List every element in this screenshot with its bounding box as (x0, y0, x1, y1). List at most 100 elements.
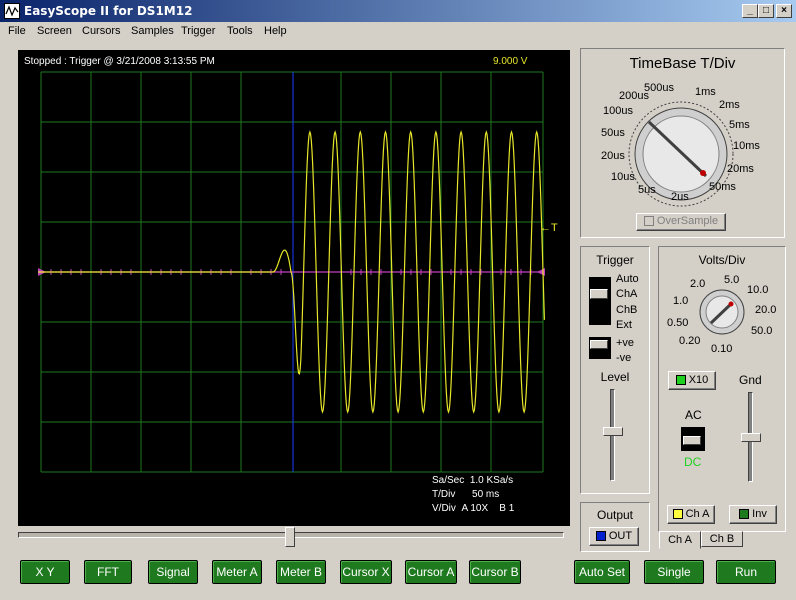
tb-label-2ms[interactable]: 2ms (719, 99, 740, 111)
vd-label-010[interactable]: 0.10 (711, 343, 732, 355)
scope-status: Stopped : Trigger @ 3/21/2008 3:13:55 PM (24, 56, 215, 67)
tb-label-10ms[interactable]: 10ms (733, 140, 760, 152)
tb-label-50us[interactable]: 50us (601, 127, 625, 139)
trigger-source-switch[interactable] (589, 277, 611, 325)
tdiv-value: 50 ms (472, 489, 500, 500)
menu-cursors[interactable]: Cursors (82, 25, 121, 37)
trigger-source-ext[interactable]: Ext (616, 319, 632, 331)
timebase-title: TimeBase T/Div (629, 55, 736, 72)
scope-info: Sa/Sec 1.0 KSa/s T/Div 50 ms V/Div A 10X… (432, 474, 514, 516)
menu-help[interactable]: Help (264, 25, 287, 37)
vd-label-020[interactable]: 0.20 (679, 335, 700, 347)
output-button[interactable]: OUT (589, 527, 639, 546)
menu-trigger[interactable]: Trigger (181, 25, 215, 37)
coupling-switch-thumb[interactable] (683, 436, 701, 445)
vd-label-050[interactable]: 0.50 (667, 317, 688, 329)
menu-file[interactable]: File (8, 25, 26, 37)
oversample-checkbox-icon (643, 216, 654, 227)
trigger-slope-thumb[interactable] (590, 340, 608, 349)
xy-button[interactable]: X Y (20, 560, 70, 584)
menu-bar: File Screen Cursors Samples Trigger Tool… (0, 22, 796, 41)
run-button[interactable]: Run (716, 560, 776, 584)
x10-button[interactable]: X10 (668, 371, 716, 390)
cursor-x-button[interactable]: Cursor X (340, 560, 392, 584)
tb-label-2us[interactable]: 2us (671, 191, 689, 203)
oversample-label: OverSample (656, 215, 719, 227)
cha-indicator-icon (672, 509, 683, 520)
title-bar: EasyScope II for DS1M12 _ □ × (0, 0, 796, 22)
tb-label-20us[interactable]: 20us (601, 150, 625, 162)
maximize-button[interactable]: □ (758, 4, 774, 18)
tb-label-100us[interactable]: 100us (603, 105, 633, 117)
trigger-source-cha[interactable]: ChA (616, 288, 637, 300)
cha-enable-button[interactable]: Ch A (667, 505, 715, 524)
tb-label-5ms[interactable]: 5ms (729, 119, 750, 131)
oversample-button[interactable]: OverSample (636, 213, 726, 231)
trigger-source-thumb[interactable] (590, 289, 608, 299)
ac-label[interactable]: AC (685, 408, 702, 422)
sa-sec-value: 1.0 KSa/s (469, 475, 514, 486)
tb-label-200us[interactable]: 200us (619, 90, 649, 102)
trigger-panel: Trigger Auto ChA ChB Ext +ve -ve Level (580, 246, 650, 494)
menu-tools[interactable]: Tools (227, 25, 253, 37)
vdiv-b: B 1 (499, 503, 515, 514)
tab-chb[interactable]: Ch B (701, 531, 743, 547)
gnd-offset-thumb[interactable] (741, 433, 761, 442)
vd-label-5[interactable]: 5.0 (724, 274, 739, 286)
tb-label-50ms[interactable]: 50ms (709, 181, 736, 193)
meter-a-button[interactable]: Meter A (212, 560, 262, 584)
cursor-b-button[interactable]: Cursor B (469, 560, 521, 584)
tdiv-label: T/Div (432, 489, 456, 500)
timebase-panel: TimeBase T/Div 500us 1ms 2ms 5ms 10ms 20… (580, 48, 785, 238)
dc-label[interactable]: DC (684, 455, 701, 469)
tb-label-1ms[interactable]: 1ms (695, 86, 716, 98)
vdiv-label: V/Div (432, 503, 456, 514)
output-label: OUT (608, 530, 633, 542)
coupling-switch[interactable] (681, 427, 705, 451)
cursor-a-button[interactable]: Cursor A (405, 560, 457, 584)
tb-label-20ms[interactable]: 20ms (727, 163, 754, 175)
volts-knob[interactable] (697, 287, 747, 337)
trigger-slope-switch[interactable] (589, 337, 611, 359)
meter-b-button[interactable]: Meter B (276, 560, 326, 584)
invert-button[interactable]: Inv (729, 505, 777, 524)
output-indicator-icon (595, 531, 606, 542)
horizontal-position-thumb[interactable] (285, 527, 295, 547)
trigger-level-marker: ←T (540, 222, 558, 234)
auto-set-button[interactable]: Auto Set (574, 560, 630, 584)
close-button[interactable]: × (776, 4, 792, 18)
window-title: EasyScope II for DS1M12 (24, 4, 193, 18)
app-icon (4, 3, 20, 19)
cha-label: Ch A (685, 508, 710, 520)
tb-label-10us[interactable]: 10us (611, 171, 635, 183)
tab-chb-label: Ch B (709, 533, 735, 545)
single-button[interactable]: Single (644, 560, 704, 584)
scope-display[interactable]: Stopped : Trigger @ 3/21/2008 3:13:55 PM… (18, 50, 570, 526)
trigger-slope-positive[interactable]: +ve (616, 337, 634, 349)
trigger-level-thumb[interactable] (603, 427, 623, 436)
invert-label: Inv (752, 508, 767, 520)
tb-label-5us[interactable]: 5us (638, 184, 656, 196)
sa-sec-label: Sa/Sec (432, 475, 465, 486)
vd-label-10[interactable]: 10.0 (747, 284, 768, 296)
fft-button[interactable]: FFT (84, 560, 132, 584)
trigger-source-chb[interactable]: ChB (616, 304, 637, 316)
output-panel: Output OUT (580, 502, 650, 552)
trigger-source-auto[interactable]: Auto (616, 273, 639, 285)
minimize-button[interactable]: _ (742, 4, 758, 18)
tab-cha[interactable]: Ch A (659, 531, 701, 549)
vd-label-1[interactable]: 1.0 (673, 295, 688, 307)
signal-button[interactable]: Signal (148, 560, 198, 584)
gnd-label: Gnd (739, 373, 762, 387)
vd-label-2[interactable]: 2.0 (690, 278, 705, 290)
menu-samples[interactable]: Samples (131, 25, 174, 37)
vd-label-20[interactable]: 20.0 (755, 304, 776, 316)
menu-screen[interactable]: Screen (37, 25, 72, 37)
x10-indicator-icon (675, 375, 686, 386)
trigger-level-label: Level (600, 370, 630, 384)
trigger-slope-negative[interactable]: -ve (616, 352, 631, 364)
vd-label-50[interactable]: 50.0 (751, 325, 772, 337)
scope-canvas (38, 71, 545, 473)
volts-title: Volts/Div (698, 253, 746, 267)
marker-right (537, 268, 545, 276)
